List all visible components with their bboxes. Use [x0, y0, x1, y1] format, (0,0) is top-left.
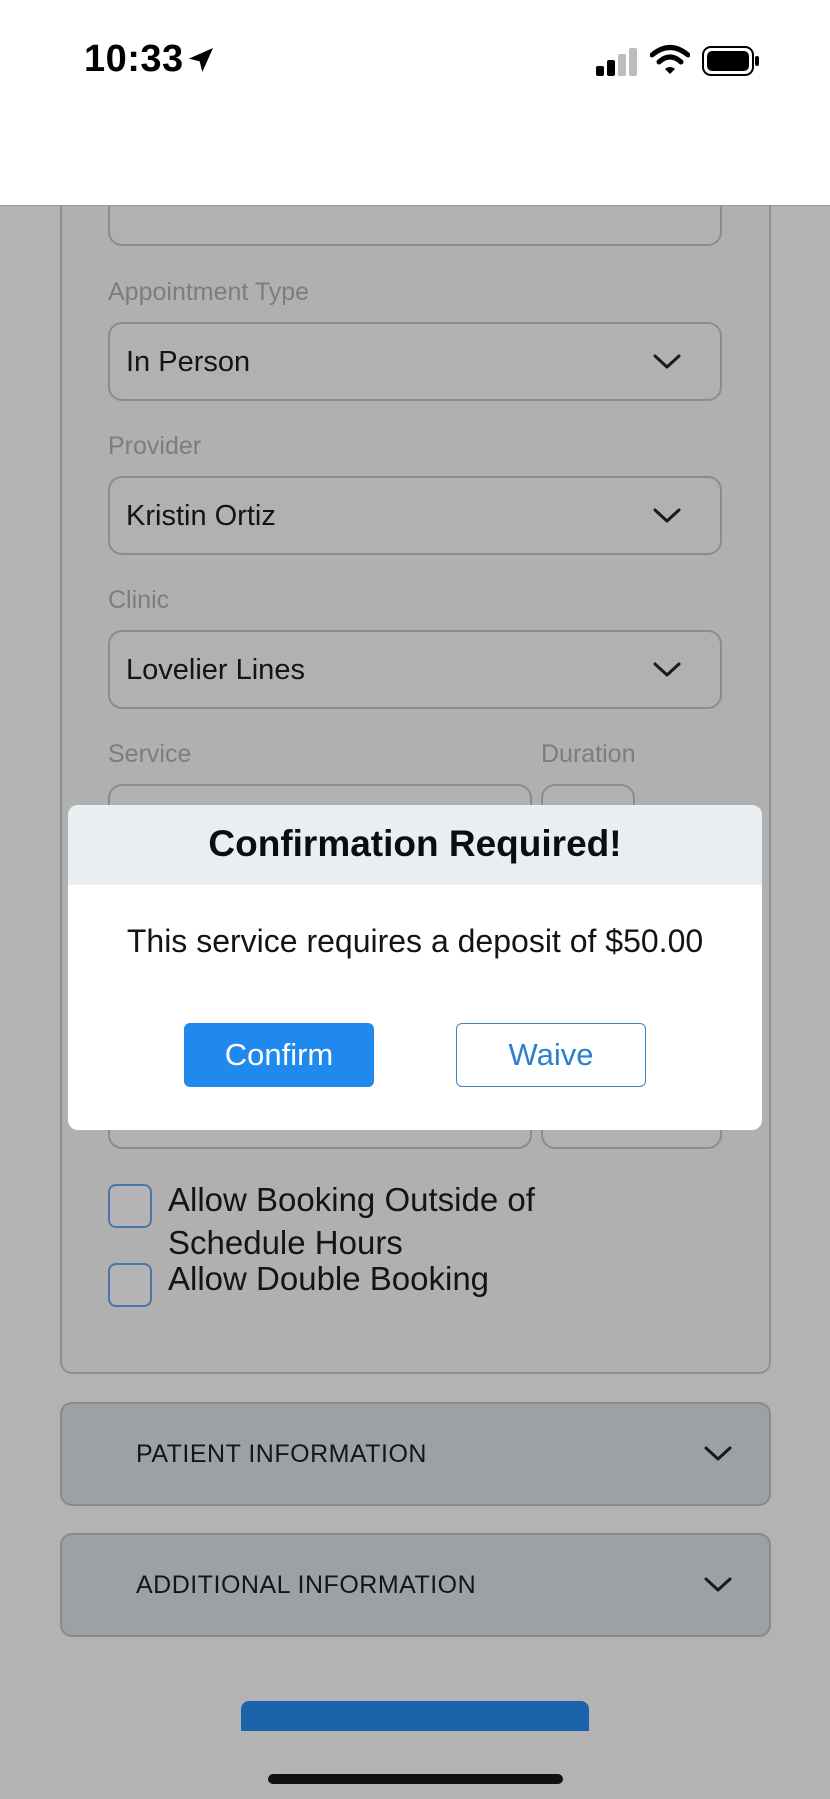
provider-select[interactable]: Kristin Ortiz: [108, 476, 722, 555]
app-screen: 10:33 Appointment Type In Person Provide…: [0, 0, 830, 1799]
appointment-type-value: In Person: [126, 346, 251, 378]
home-indicator: [268, 1774, 563, 1784]
primary-action-button[interactable]: [241, 1701, 589, 1731]
patient-information-section[interactable]: PATIENT INFORMATION: [60, 1402, 771, 1506]
modal-message: This service requires a deposit of $50.0…: [126, 923, 704, 959]
battery-icon: [702, 46, 759, 76]
waive-button[interactable]: Waive: [456, 1023, 646, 1087]
chevron-down-icon: [653, 354, 681, 369]
provider-value: Kristin Ortiz: [126, 500, 276, 532]
clinic-select[interactable]: Lovelier Lines: [108, 630, 722, 709]
clinic-value: Lovelier Lines: [126, 654, 305, 686]
allow-outside-hours-checkbox[interactable]: [108, 1184, 152, 1228]
chevron-down-icon: [653, 662, 681, 677]
service-label: Service: [108, 740, 192, 768]
status-time: 10:33: [84, 38, 184, 80]
patient-information-title: PATIENT INFORMATION: [136, 1440, 427, 1468]
confirm-button[interactable]: Confirm: [184, 1023, 374, 1087]
status-bar: 10:33: [0, 0, 830, 206]
clinic-label: Clinic: [108, 586, 170, 614]
allow-double-booking-checkbox[interactable]: [108, 1263, 152, 1307]
modal-title: Confirmation Required!: [208, 823, 622, 864]
duration-label: Duration: [541, 740, 636, 768]
modal-header: Confirmation Required!: [68, 805, 762, 885]
signal-icon: [596, 48, 637, 76]
chevron-down-icon: [704, 1577, 732, 1592]
wifi-icon: [650, 45, 690, 74]
chevron-down-icon: [653, 508, 681, 523]
allow-double-booking-label: Allow Double Booking: [168, 1260, 490, 1297]
confirmation-modal: Confirmation Required! This service requ…: [68, 805, 762, 1130]
allow-outside-hours-label: Allow Booking Outside of Schedule Hours: [168, 1181, 535, 1261]
additional-information-section[interactable]: ADDITIONAL INFORMATION: [60, 1533, 771, 1637]
location-arrow-icon: [189, 48, 213, 72]
appointment-type-select[interactable]: In Person: [108, 322, 722, 401]
appointment-type-label: Appointment Type: [108, 278, 310, 306]
chevron-down-icon: [704, 1446, 732, 1461]
provider-label: Provider: [108, 432, 202, 460]
additional-information-title: ADDITIONAL INFORMATION: [136, 1571, 477, 1599]
